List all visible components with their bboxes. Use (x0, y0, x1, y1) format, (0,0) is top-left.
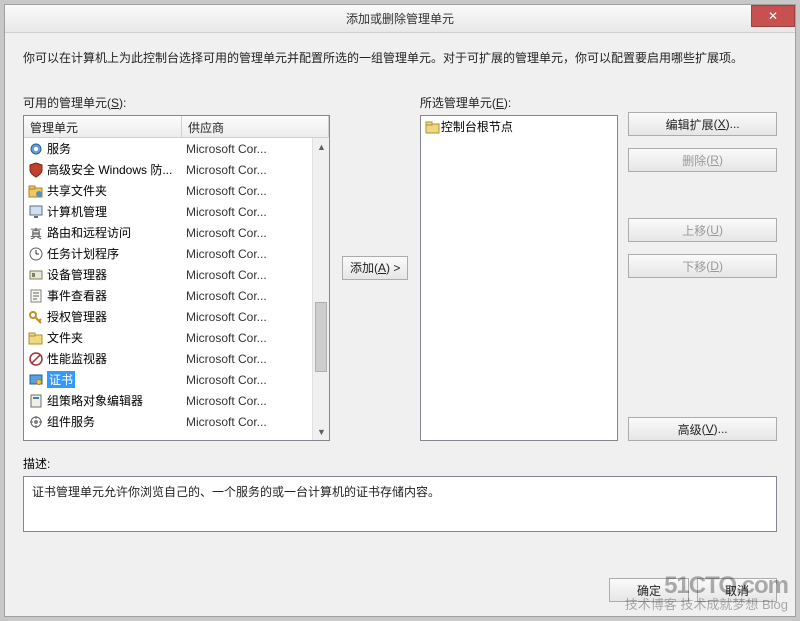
available-item[interactable]: 组策略对象编辑器 Microsoft Cor... (24, 390, 312, 411)
item-name: 设备管理器 (47, 266, 107, 283)
available-item[interactable]: 性能监视器 Microsoft Cor... (24, 348, 312, 369)
available-item[interactable]: 证书 Microsoft Cor... (24, 369, 312, 390)
policy-icon (28, 393, 44, 409)
item-vendor: Microsoft Cor... (182, 373, 312, 387)
device-icon (28, 267, 44, 283)
monitor-icon (28, 204, 44, 220)
item-name: 文件夹 (47, 329, 83, 346)
scroll-up-icon[interactable]: ▲ (313, 138, 329, 155)
title-bar: 添加或删除管理单元 ✕ (5, 5, 795, 33)
footer: 确定 取消 (5, 568, 795, 616)
window-title: 添加或删除管理单元 (346, 10, 454, 27)
item-vendor: Microsoft Cor... (182, 415, 312, 429)
close-icon: ✕ (768, 9, 778, 23)
scroll-down-icon[interactable]: ▼ (313, 423, 329, 440)
dialog-window: 添加或删除管理单元 ✕ 你可以在计算机上为此控制台选择可用的管理单元并配置所选的… (4, 4, 796, 617)
item-vendor: Microsoft Cor... (182, 163, 312, 177)
scrollbar[interactable]: ▲ ▼ (312, 138, 329, 440)
description-label: 描述: (23, 455, 777, 472)
ok-button[interactable]: 确定 (609, 578, 689, 602)
scroll-thumb[interactable] (315, 302, 327, 372)
edit-extensions-button[interactable]: 编辑扩展(X)... (628, 112, 777, 136)
shield-icon (28, 162, 44, 178)
move-down-button[interactable]: 下移(D) (628, 254, 777, 278)
item-name: 共享文件夹 (47, 182, 107, 199)
item-name: 高级安全 Windows 防... (47, 161, 172, 178)
item-vendor: Microsoft Cor... (182, 310, 312, 324)
available-item[interactable]: 高级安全 Windows 防... Microsoft Cor... (24, 159, 312, 180)
item-vendor: Microsoft Cor... (182, 226, 312, 240)
available-item[interactable]: 计算机管理 Microsoft Cor... (24, 201, 312, 222)
selected-listbox[interactable]: 控制台根节点 (420, 115, 618, 441)
remove-button[interactable]: 删除(R) (628, 148, 777, 172)
item-name: 证书 (47, 371, 75, 388)
scroll-track[interactable] (313, 155, 329, 423)
gear-blue-icon (28, 141, 44, 157)
available-item[interactable]: 组件服务 Microsoft Cor... (24, 411, 312, 432)
selected-item[interactable]: 控制台根节点 (421, 116, 617, 137)
intro-text: 你可以在计算机上为此控制台选择可用的管理单元并配置所选的一组管理单元。对于可扩展… (23, 49, 777, 66)
available-item[interactable]: 真路由和远程访问 Microsoft Cor... (24, 222, 312, 243)
item-vendor: Microsoft Cor... (182, 142, 312, 156)
perf-icon (28, 351, 44, 367)
description-box: 证书管理单元允许你浏览自己的、一个服务的或一台计算机的证书存储内容。 (23, 476, 777, 532)
available-listbox[interactable]: 管理单元 供应商 服务Microsoft Cor...高级安全 Windows … (23, 115, 330, 441)
item-name: 控制台根节点 (441, 118, 513, 135)
item-name: 事件查看器 (47, 287, 107, 304)
event-icon (28, 288, 44, 304)
clock-icon (28, 246, 44, 262)
item-name: 服务 (47, 140, 71, 157)
item-name: 授权管理器 (47, 308, 107, 325)
item-vendor: Microsoft Cor... (182, 205, 312, 219)
available-item[interactable]: 授权管理器 Microsoft Cor... (24, 306, 312, 327)
item-vendor: Microsoft Cor... (182, 268, 312, 282)
available-item[interactable]: 任务计划程序 Microsoft Cor... (24, 243, 312, 264)
item-vendor: Microsoft Cor... (182, 394, 312, 408)
available-item[interactable]: 设备管理器 Microsoft Cor... (24, 264, 312, 285)
item-name: 组件服务 (47, 413, 95, 430)
item-vendor: Microsoft Cor... (182, 289, 312, 303)
content-area: 你可以在计算机上为此控制台选择可用的管理单元并配置所选的一组管理单元。对于可扩展… (5, 33, 795, 568)
selected-label: 所选管理单元(E): (420, 94, 618, 111)
cancel-button[interactable]: 取消 (697, 578, 777, 602)
component-icon (28, 414, 44, 430)
advanced-button[interactable]: 高级(V)... (628, 417, 777, 441)
folder-icon (425, 119, 441, 135)
item-name: 组策略对象编辑器 (47, 392, 143, 409)
available-item[interactable]: 服务 Microsoft Cor... (24, 138, 312, 159)
cert-icon (28, 372, 44, 388)
available-item[interactable]: 事件查看器 Microsoft Cor... (24, 285, 312, 306)
item-name: 任务计划程序 (47, 245, 119, 262)
available-label: 可用的管理单元(S): (23, 94, 330, 111)
col-header-name[interactable]: 管理单元 (24, 116, 182, 137)
item-name: 路由和远程访问 (47, 224, 131, 241)
item-name: 性能监视器 (47, 350, 107, 367)
add-button[interactable]: 添加(A) > (342, 256, 408, 280)
col-header-vendor[interactable]: 供应商 (182, 116, 329, 137)
item-vendor: Microsoft Cor... (182, 331, 312, 345)
list-header: 管理单元 供应商 (24, 116, 329, 138)
item-vendor: Microsoft Cor... (182, 184, 312, 198)
item-name: 计算机管理 (47, 203, 107, 220)
item-vendor: Microsoft Cor... (182, 247, 312, 261)
item-vendor: Microsoft Cor... (182, 352, 312, 366)
move-up-button[interactable]: 上移(U) (628, 218, 777, 242)
router-icon: 真 (28, 225, 44, 241)
key-icon (28, 309, 44, 325)
close-button[interactable]: ✕ (751, 5, 795, 27)
folder-share-icon (28, 183, 44, 199)
svg-text:真: 真 (30, 227, 42, 241)
available-item[interactable]: 共享文件夹 Microsoft Cor... (24, 180, 312, 201)
available-item[interactable]: 文件夹 Microsoft Cor... (24, 327, 312, 348)
folder-icon (28, 330, 44, 346)
